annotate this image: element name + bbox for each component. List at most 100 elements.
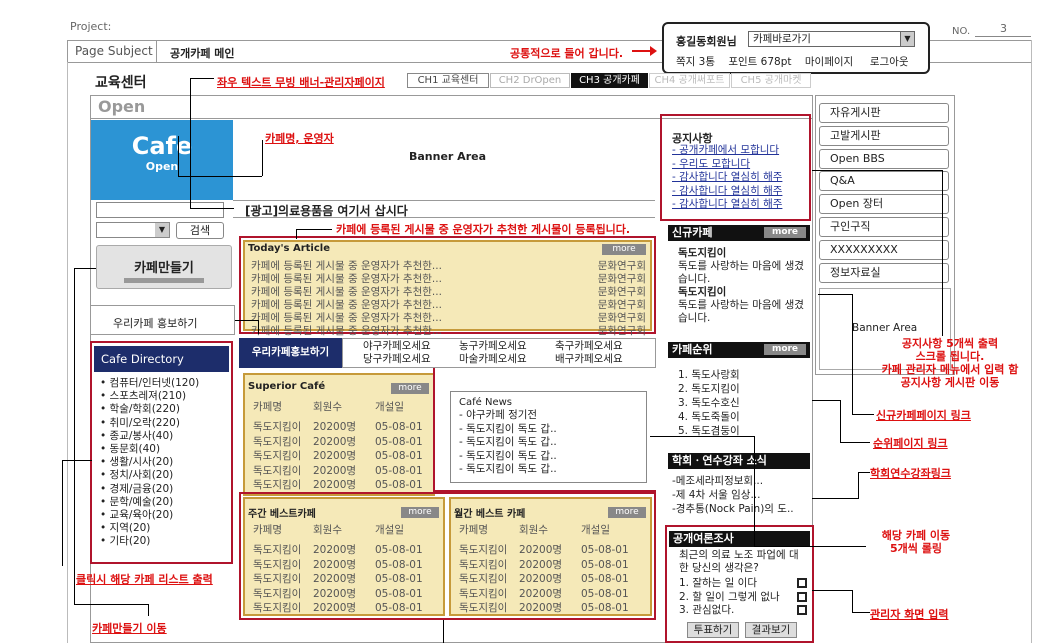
promo-link-6[interactable]: 배구카페오세요 — [555, 352, 623, 367]
weekly-row[interactable]: 독도지킴이 20200명 05-08-01 — [253, 587, 423, 602]
new-cafe-name-2[interactable]: 독도지킴이 — [678, 286, 810, 299]
new-cafe-name-1[interactable]: 독도지킴이 — [678, 247, 810, 260]
tab-ch5[interactable]: CH5 공개마켓 — [731, 73, 811, 88]
directory-item[interactable]: • 학술/학회(220) — [100, 403, 230, 416]
monthly-row[interactable]: 독도지킴이 20200명 05-08-01 — [459, 572, 629, 587]
message-count[interactable]: 쪽지 3통 — [676, 56, 715, 68]
today-row[interactable]: 카페에 등록된 게시물 중 운영자가 추천한... 문화연구회 — [251, 325, 646, 338]
today-row-cafe[interactable]: 문화연구회 — [598, 260, 646, 273]
site-title[interactable]: 교육센터 — [95, 72, 147, 92]
weekly-more-button[interactable]: more — [401, 507, 439, 518]
directory-item[interactable]: • 종교/봉사(40) — [100, 430, 230, 443]
weekly-row[interactable]: 독도지킴이 20200명 05-08-01 — [253, 558, 423, 573]
logout-link[interactable]: 로그아웃 — [870, 56, 909, 68]
promo-tab[interactable]: 우리카페홍보하기 — [239, 338, 342, 368]
superior-row[interactable]: 독도지킴이 20200명 05-08-01 — [253, 464, 423, 479]
sidebar-item[interactable]: 구인구직 — [819, 217, 949, 237]
tab-ch3[interactable]: CH3 공개카페 — [571, 73, 648, 88]
search-input[interactable] — [96, 202, 224, 218]
promo-link[interactable]: 우리카페 홍보하기 — [90, 305, 235, 335]
academic-item[interactable]: -제 4차 서울 임상... — [672, 488, 810, 502]
today-row-cafe[interactable]: 문화연구회 — [598, 325, 646, 338]
today-row-cafe[interactable]: 문화연구회 — [598, 299, 646, 312]
today-row[interactable]: 카페에 등록된 게시물 중 운영자가 추천한... 문화연구회 — [251, 273, 646, 286]
directory-item[interactable]: • 문학/예술(20) — [100, 496, 230, 509]
tab-ch4[interactable]: CH4 공개써포트 — [649, 73, 730, 88]
promo-link-4[interactable]: 당구카페오세요 — [363, 352, 431, 367]
rank-more[interactable]: more — [764, 344, 806, 355]
today-row-title[interactable]: 카페에 등록된 게시물 중 운영자가 추천한... — [251, 260, 442, 272]
poll-radio[interactable] — [797, 591, 807, 602]
chevron-down-icon[interactable]: ▼ — [900, 32, 914, 46]
superior-row[interactable]: 독도지킴이 20200명 05-08-01 — [253, 478, 423, 493]
cafe-logo[interactable]: Cafe Open — [91, 120, 233, 200]
directory-item[interactable]: • 생활/시사(20) — [100, 456, 230, 469]
sidebar-item[interactable]: 정보자료실 — [819, 262, 949, 283]
today-row[interactable]: 카페에 등록된 게시물 중 운영자가 추천한... 문화연구회 — [251, 286, 646, 299]
today-row-cafe[interactable]: 문화연구회 — [598, 286, 646, 299]
poll-option[interactable]: 2. 할 일이 그렇게 없나 — [679, 591, 807, 605]
result-button[interactable]: 결과보기 — [745, 622, 797, 638]
weekly-row[interactable]: 독도지킴이 20200명 05-08-01 — [253, 601, 423, 616]
directory-item[interactable]: • 동문회(40) — [100, 443, 230, 456]
superior-row[interactable]: 독도지킴이 20200명 05-08-01 — [253, 435, 423, 450]
today-row-cafe[interactable]: 문화연구회 — [598, 312, 646, 325]
tab-ch1[interactable]: CH1 교육센터 — [407, 73, 489, 88]
superior-more-button[interactable]: more — [391, 383, 429, 394]
today-row[interactable]: 카페에 등록된 게시물 중 운영자가 추천한... 문화연구회 — [251, 260, 646, 273]
news-item[interactable]: - 독도지킴이 독도 갑.. — [459, 450, 557, 464]
sidebar-item[interactable]: Open BBS — [819, 148, 949, 169]
cafe-shortcut-select[interactable]: 카페바로가기 ▼ — [748, 31, 915, 47]
rank-item[interactable]: 4. 독도죽돌이 — [678, 410, 810, 424]
mypage-link[interactable]: 마이페이지 — [805, 56, 853, 68]
make-cafe-button[interactable]: 카페만들기 — [96, 245, 232, 289]
weekly-row[interactable]: 독도지킴이 20200명 05-08-01 — [253, 543, 423, 558]
vote-button[interactable]: 투표하기 — [687, 622, 739, 638]
rank-item[interactable]: 1. 독도사랑회 — [678, 368, 810, 382]
ad-text[interactable]: [광고]의료용품음 여기서 삽시다 — [233, 200, 655, 218]
poll-option[interactable]: 3. 관심없다. — [679, 604, 807, 618]
notice-item[interactable]: - 감사합니다 열심히 해주 — [672, 185, 782, 199]
directory-item[interactable]: • 컴퓨터/인터넷(120) — [100, 377, 230, 390]
today-row-title[interactable]: 카페에 등록된 게시물 중 운영자가 추천한... — [251, 325, 442, 337]
today-row-cafe[interactable]: 문화연구회 — [598, 273, 646, 286]
monthly-row[interactable]: 독도지킴이 20200명 05-08-01 — [459, 558, 629, 573]
chevron-down-icon[interactable]: ▼ — [155, 223, 169, 237]
search-button[interactable]: 검색 — [176, 222, 224, 239]
news-item[interactable]: - 야구카페 정기전 — [459, 409, 557, 423]
sidebar-item[interactable]: Q&A — [819, 171, 949, 192]
sidebar-item[interactable]: 자유게시판 — [819, 103, 949, 123]
new-cafe-more[interactable]: more — [764, 227, 806, 238]
notice-item[interactable]: - 우리도 모합니다 — [672, 158, 782, 172]
tab-ch2[interactable]: CH2 DrOpen — [490, 73, 570, 88]
rank-item[interactable]: 2. 독도지킴이 — [678, 382, 810, 396]
notice-item[interactable]: - 감사합니다 열심히 해주 — [672, 198, 782, 212]
poll-radio[interactable] — [797, 605, 807, 615]
directory-item[interactable]: • 경제/금융(20) — [100, 483, 230, 496]
academic-item[interactable]: -경추통(Nock Pain)의 도.. — [672, 502, 810, 516]
today-more-button[interactable]: more — [602, 244, 646, 255]
superior-row[interactable]: 독도지킴이 20200명 05-08-01 — [253, 449, 423, 464]
today-row-title[interactable]: 카페에 등록된 게시물 중 운영자가 추천한... — [251, 273, 442, 285]
poll-option[interactable]: 1. 잘하는 일 이다 — [679, 577, 807, 591]
superior-row[interactable]: 독도지킴이 20200명 05-08-01 — [253, 420, 423, 435]
search-category-select[interactable]: ▼ — [96, 222, 170, 238]
academic-item[interactable]: -메조세라피정보회... — [672, 474, 810, 488]
weekly-row[interactable]: 독도지킴이 20200명 05-08-01 — [253, 572, 423, 587]
notice-item[interactable]: - 공개카페에서 모합니다 — [672, 144, 782, 158]
news-item[interactable]: - 독도지킴이 독도 갑.. — [459, 436, 557, 450]
monthly-row[interactable]: 독도지킴이 20200명 05-08-01 — [459, 587, 629, 602]
news-item[interactable]: - 독도지킴이 독도 갑.. — [459, 423, 557, 437]
sidebar-item[interactable]: 고발게시판 — [819, 125, 949, 146]
directory-item[interactable]: • 교육/육아(20) — [100, 509, 230, 522]
notice-item[interactable]: - 감사합니다 열심히 해주 — [672, 171, 782, 185]
today-row[interactable]: 카페에 등록된 게시물 중 운영자가 추천한... 문화연구회 — [251, 312, 646, 325]
monthly-row[interactable]: 독도지킴이 20200명 05-08-01 — [459, 543, 629, 558]
poll-radio[interactable] — [797, 578, 807, 588]
directory-item[interactable]: • 스포츠레져(210) — [100, 390, 230, 403]
sidebar-item[interactable]: Open 장터 — [819, 194, 949, 215]
today-row-title[interactable]: 카페에 등록된 게시물 중 운영자가 추천한... — [251, 312, 442, 324]
news-item[interactable]: - 독도지킴이 독도 갑.. — [459, 463, 557, 477]
monthly-more-button[interactable]: more — [608, 507, 646, 518]
today-row-title[interactable]: 카페에 등록된 게시물 중 운영자가 추천한... — [251, 299, 442, 311]
